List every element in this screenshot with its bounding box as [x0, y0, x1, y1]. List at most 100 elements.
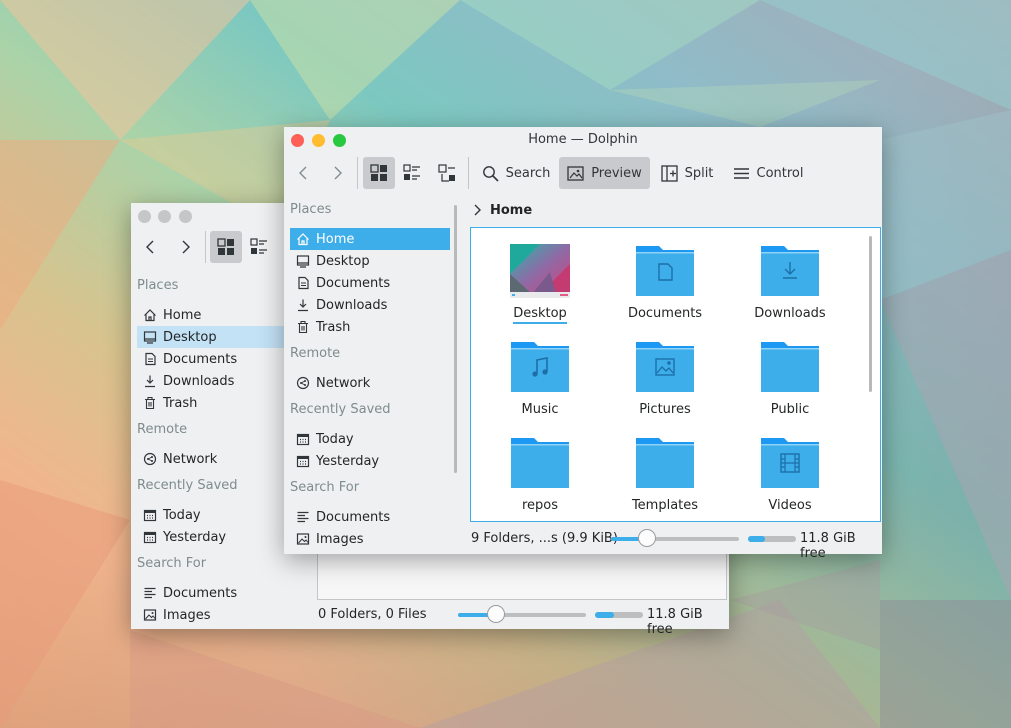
control-menu-button[interactable]: Control — [728, 157, 808, 189]
places-item-documents[interactable]: Documents — [137, 582, 291, 604]
file-item-music[interactable]: Music — [485, 334, 595, 430]
zoom-slider[interactable] — [611, 529, 739, 547]
forward-button[interactable] — [171, 231, 199, 263]
folder-icon — [636, 438, 694, 488]
close-button[interactable] — [138, 210, 151, 223]
details-view-icon — [438, 164, 455, 182]
places-item-trash[interactable]: Trash — [137, 392, 291, 414]
zoom-slider-handle[interactable] — [637, 529, 656, 547]
file-item-repos[interactable]: repos — [485, 430, 595, 526]
forward-button[interactable] — [323, 157, 351, 189]
file-item-name: Templates — [610, 498, 720, 513]
back-disk-usage-bar — [595, 612, 643, 618]
places-item-today[interactable]: Today — [137, 504, 291, 526]
places-item-today[interactable]: Today — [290, 428, 450, 450]
back-places-panel: Places Home Desktop Documents Downloads Trash… — [131, 273, 291, 623]
home-icon — [144, 309, 156, 322]
file-item-videos[interactable]: Videos — [735, 430, 845, 526]
toolbar-separator — [357, 157, 358, 189]
file-item-label: Desktop — [513, 306, 567, 324]
back-button[interactable] — [290, 157, 318, 189]
image-icon — [567, 165, 584, 181]
compact-view-button[interactable] — [245, 231, 273, 263]
file-view-scrollbar[interactable] — [869, 236, 872, 392]
details-view-button[interactable] — [433, 157, 461, 189]
places-section-title: Remote — [290, 346, 341, 361]
file-item-desktop[interactable]: Desktop — [485, 238, 595, 334]
folder-pictures-icon — [636, 342, 694, 392]
places-scrollbar[interactable] — [454, 205, 457, 473]
file-item-icon — [760, 340, 820, 394]
places-item-documents[interactable]: Documents — [137, 348, 291, 370]
compact-view-button[interactable] — [398, 157, 426, 189]
places-item-yesterday[interactable]: Yesterday — [290, 450, 450, 472]
downloads-icon — [298, 299, 308, 312]
hamburger-menu-icon — [733, 167, 749, 179]
file-item-documents[interactable]: Documents — [610, 238, 720, 334]
places-item-network[interactable]: Network — [290, 372, 450, 394]
file-item-icon — [760, 244, 820, 298]
back-status-text: 0 Folders, 0 Files — [318, 607, 427, 622]
documents-icon — [298, 276, 309, 290]
breadcrumb[interactable]: Home — [472, 201, 532, 219]
places-item-label: Desktop — [163, 329, 217, 345]
icons-view-button[interactable] — [363, 157, 395, 189]
chevron-left-icon — [146, 240, 154, 254]
places-item-yesterday[interactable]: Yesterday — [137, 526, 291, 548]
trash-icon — [145, 396, 155, 410]
file-item-name: Public — [735, 402, 845, 417]
file-view[interactable]: Desktop Documents Downloads Music Pictures Pu… — [470, 227, 881, 522]
places-section-title: Recently Saved — [137, 478, 238, 493]
places-section-title: Places — [137, 278, 179, 293]
file-item-public[interactable]: Public — [735, 334, 845, 430]
back-free-space: 11.8 GiB free — [647, 607, 703, 637]
back-zoom-slider[interactable] — [458, 605, 586, 623]
back-button[interactable] — [137, 231, 165, 263]
places-item-network[interactable]: Network — [137, 448, 291, 470]
places-item-documents[interactable]: Documents — [290, 506, 450, 528]
maximize-button[interactable] — [179, 210, 192, 223]
file-item-downloads[interactable]: Downloads — [735, 238, 845, 334]
file-item-templates[interactable]: Templates — [610, 430, 720, 526]
file-item-pictures[interactable]: Pictures — [610, 334, 720, 430]
places-section-title: Recently Saved — [290, 402, 391, 417]
chevron-right-icon — [474, 204, 481, 216]
split-button[interactable]: Split — [656, 157, 718, 189]
places-item-label: Home — [163, 307, 202, 323]
main-window[interactable]: Home — Dolphin Search Preview Split Cont… — [284, 127, 882, 561]
minimize-button[interactable] — [158, 210, 171, 223]
places-item-images[interactable]: Images — [290, 528, 450, 550]
main-window-titlebar[interactable]: Home — Dolphin — [284, 127, 882, 153]
icons-view-button[interactable] — [210, 231, 242, 263]
places-item-home[interactable]: Home — [137, 304, 291, 326]
back-zoom-slider-handle[interactable] — [487, 605, 506, 623]
places-item-downloads[interactable]: Downloads — [137, 370, 291, 392]
home-icon — [297, 233, 309, 246]
places-item-documents[interactable]: Documents — [290, 272, 450, 294]
places-item-label: Images — [163, 607, 211, 623]
places-item-desktop[interactable]: Desktop — [137, 326, 291, 348]
places-item-label: Documents — [163, 351, 238, 367]
places-item-images[interactable]: Images — [137, 604, 291, 626]
places-item-desktop[interactable]: Desktop — [290, 250, 450, 272]
file-item-label: Videos — [768, 498, 812, 513]
file-item-label: Documents — [627, 306, 703, 321]
search-button[interactable]: Search — [476, 157, 556, 189]
compact-view-icon — [403, 164, 420, 180]
file-item-icon — [635, 436, 695, 490]
places-item-home[interactable]: Home — [290, 228, 450, 250]
split-view-icon — [660, 164, 678, 182]
icons-view-icon — [217, 238, 234, 255]
places-item-downloads[interactable]: Downloads — [290, 294, 450, 316]
text-lines-icon — [144, 587, 156, 599]
places-item-label: Desktop — [316, 253, 370, 269]
file-item-icon — [760, 436, 820, 490]
preview-button-label: Preview — [591, 165, 642, 181]
places-item-trash[interactable]: Trash — [290, 316, 450, 338]
places-section-title: Search For — [290, 480, 360, 495]
breadcrumb-home[interactable]: Home — [490, 203, 532, 218]
desktop-thumbnail — [510, 244, 570, 298]
file-item-label: Downloads — [754, 306, 826, 321]
chevron-right-icon — [334, 166, 342, 180]
preview-button[interactable]: Preview — [559, 157, 650, 189]
